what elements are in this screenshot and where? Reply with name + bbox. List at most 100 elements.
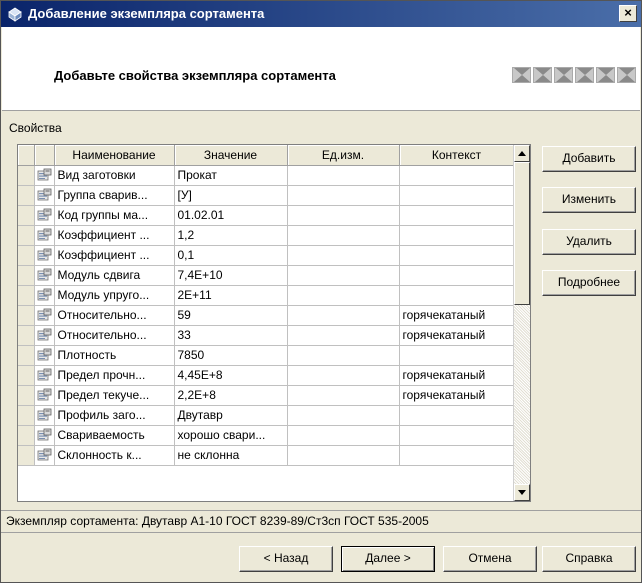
- row-indicator[interactable]: [18, 445, 35, 466]
- cell-unit[interactable]: [287, 425, 400, 446]
- cell-unit[interactable]: [287, 325, 400, 346]
- cell-unit[interactable]: [287, 185, 400, 206]
- cell-context[interactable]: [399, 425, 515, 446]
- row-indicator[interactable]: [18, 425, 35, 446]
- title-bar[interactable]: Добавление экземпляра сортамента ×: [1, 1, 641, 27]
- properties-grid[interactable]: Наименование Значение Ед.изм. Контекст В…: [17, 144, 531, 502]
- cell-unit[interactable]: [287, 225, 400, 246]
- cell-value[interactable]: 7,4E+10: [174, 265, 288, 286]
- cell-value[interactable]: 2E+11: [174, 285, 288, 306]
- cell-unit[interactable]: [287, 385, 400, 406]
- cell-unit[interactable]: [287, 205, 400, 226]
- cell-value[interactable]: 1,2: [174, 225, 288, 246]
- cell-context[interactable]: [399, 185, 515, 206]
- cell-name[interactable]: Относительно...: [54, 305, 175, 326]
- cell-name[interactable]: Профиль заго...: [54, 405, 175, 426]
- scroll-down-button[interactable]: [514, 484, 530, 501]
- cell-value[interactable]: не склонна: [174, 445, 288, 466]
- cell-context[interactable]: горячекатаный: [399, 385, 515, 406]
- cell-context[interactable]: горячекатаный: [399, 305, 515, 326]
- cell-unit[interactable]: [287, 285, 400, 306]
- row-indicator[interactable]: [18, 285, 35, 306]
- cell-context[interactable]: [399, 225, 515, 246]
- cell-name[interactable]: Склонность к...: [54, 445, 175, 466]
- cell-name[interactable]: Предел прочн...: [54, 365, 175, 386]
- cell-context[interactable]: [399, 245, 515, 266]
- row-indicator[interactable]: [18, 385, 35, 406]
- add-button[interactable]: Добавить: [542, 146, 636, 172]
- scroll-thumb[interactable]: [514, 162, 530, 305]
- row-indicator[interactable]: [18, 405, 35, 426]
- cell-unit[interactable]: [287, 445, 400, 466]
- column-header-context[interactable]: Контекст: [399, 145, 515, 166]
- cell-value[interactable]: хорошо свари...: [174, 425, 288, 446]
- cell-name[interactable]: Коэффициент ...: [54, 245, 175, 266]
- cell-unit[interactable]: [287, 265, 400, 286]
- edit-button[interactable]: Изменить: [542, 187, 636, 213]
- table-row[interactable]: Модуль упруго... 2E+11: [18, 285, 515, 306]
- cell-context[interactable]: [399, 205, 515, 226]
- cell-value[interactable]: Двутавр: [174, 405, 288, 426]
- cell-unit[interactable]: [287, 245, 400, 266]
- cell-name[interactable]: Предел текуче...: [54, 385, 175, 406]
- delete-button[interactable]: Удалить: [542, 229, 636, 255]
- cell-name[interactable]: Модуль сдвига: [54, 265, 175, 286]
- table-row[interactable]: Группа сварив... [У]: [18, 185, 515, 206]
- cell-name[interactable]: Относительно...: [54, 325, 175, 346]
- help-button[interactable]: Справка: [542, 546, 636, 572]
- row-indicator[interactable]: [18, 345, 35, 366]
- cell-name[interactable]: Модуль упруго...: [54, 285, 175, 306]
- cell-name[interactable]: Группа сварив...: [54, 185, 175, 206]
- cell-unit[interactable]: [287, 345, 400, 366]
- table-row[interactable]: Плотность 7850: [18, 345, 515, 366]
- cell-value[interactable]: 01.02.01: [174, 205, 288, 226]
- cell-context[interactable]: [399, 285, 515, 306]
- row-indicator[interactable]: [18, 225, 35, 246]
- row-indicator[interactable]: [18, 365, 35, 386]
- cancel-button[interactable]: Отмена: [443, 546, 537, 572]
- table-row[interactable]: Вид заготовки Прокат: [18, 165, 515, 186]
- details-button[interactable]: Подробнее: [542, 270, 636, 296]
- cell-context[interactable]: [399, 165, 515, 186]
- row-indicator[interactable]: [18, 325, 35, 346]
- cell-context[interactable]: горячекатаный: [399, 325, 515, 346]
- table-row[interactable]: Профиль заго... Двутавр: [18, 405, 515, 426]
- cell-value[interactable]: [У]: [174, 185, 288, 206]
- cell-value[interactable]: 0,1: [174, 245, 288, 266]
- row-indicator[interactable]: [18, 245, 35, 266]
- cell-value[interactable]: 59: [174, 305, 288, 326]
- vertical-scrollbar[interactable]: [513, 145, 530, 501]
- row-indicator[interactable]: [18, 305, 35, 326]
- table-row[interactable]: Свариваемость хорошо свари...: [18, 425, 515, 446]
- cell-context[interactable]: [399, 405, 515, 426]
- back-button[interactable]: < Назад: [239, 546, 333, 572]
- scroll-up-button[interactable]: [514, 145, 530, 162]
- cell-name[interactable]: Вид заготовки: [54, 165, 175, 186]
- cell-name[interactable]: Коэффициент ...: [54, 225, 175, 246]
- cell-context[interactable]: горячекатаный: [399, 365, 515, 386]
- cell-unit[interactable]: [287, 365, 400, 386]
- row-indicator[interactable]: [18, 185, 35, 206]
- table-row[interactable]: Коэффициент ... 1,2: [18, 225, 515, 246]
- table-row[interactable]: Предел текуче... 2,2E+8 горячекатаный: [18, 385, 515, 406]
- cell-value[interactable]: 4,45E+8: [174, 365, 288, 386]
- cell-name[interactable]: Свариваемость: [54, 425, 175, 446]
- close-button[interactable]: ×: [619, 5, 637, 22]
- cell-context[interactable]: [399, 265, 515, 286]
- cell-value[interactable]: 2,2E+8: [174, 385, 288, 406]
- cell-value[interactable]: Прокат: [174, 165, 288, 186]
- column-header-unit[interactable]: Ед.изм.: [287, 145, 400, 166]
- column-header-value[interactable]: Значение: [174, 145, 288, 166]
- cell-name[interactable]: Плотность: [54, 345, 175, 366]
- cell-context[interactable]: [399, 345, 515, 366]
- cell-context[interactable]: [399, 445, 515, 466]
- cell-unit[interactable]: [287, 405, 400, 426]
- row-indicator[interactable]: [18, 165, 35, 186]
- row-indicator[interactable]: [18, 265, 35, 286]
- table-row[interactable]: Предел прочн... 4,45E+8 горячекатаный: [18, 365, 515, 386]
- table-row[interactable]: Коэффициент ... 0,1: [18, 245, 515, 266]
- cell-value[interactable]: 33: [174, 325, 288, 346]
- table-row[interactable]: Модуль сдвига 7,4E+10: [18, 265, 515, 286]
- table-row[interactable]: Относительно... 33 горячекатаный: [18, 325, 515, 346]
- cell-unit[interactable]: [287, 305, 400, 326]
